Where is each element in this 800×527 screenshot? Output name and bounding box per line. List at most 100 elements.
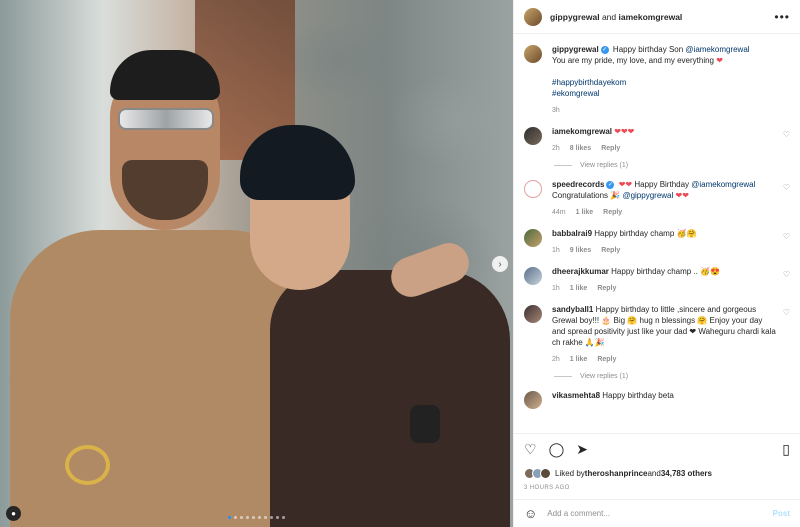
caption: gippygrewal ✓ Happy birthday Son @iamekom…: [524, 44, 790, 116]
avatar[interactable]: [524, 229, 542, 247]
comment-composer: ☺ Post: [514, 499, 800, 527]
mention-link[interactable]: @gippygrewal: [622, 191, 673, 200]
gold-bangle: [65, 445, 110, 485]
verified-badge-icon: ✓: [600, 45, 609, 54]
bookmark-icon[interactable]: ▯: [782, 441, 790, 458]
boy-in-turban: [240, 120, 513, 527]
reply-button[interactable]: Reply: [597, 354, 616, 365]
comment-text: Happy birthday champ .. 🥳😍: [611, 267, 721, 276]
reply-button[interactable]: Reply: [603, 207, 622, 218]
hashtag-link[interactable]: #happybirthdayekom: [552, 78, 626, 87]
liker-username[interactable]: theroshanprince: [585, 469, 648, 478]
comment-meta: 2h 1 like Reply: [552, 354, 777, 365]
like-comment-icon[interactable]: ♡: [783, 308, 790, 365]
comment-username[interactable]: babbalrai9: [552, 229, 592, 238]
timestamp: 2h: [552, 356, 560, 363]
carousel-dot: [276, 516, 279, 519]
avatar[interactable]: [524, 45, 542, 63]
coauthor-username[interactable]: iamekomgrewal: [619, 12, 683, 22]
view-replies-button[interactable]: View replies (1): [554, 162, 790, 169]
post-photo: › ●: [0, 0, 513, 527]
post-time[interactable]: 3 HOURS AGO: [514, 481, 800, 499]
likes-count[interactable]: 1 like: [576, 207, 594, 218]
likes-count[interactable]: 1 like: [570, 283, 588, 294]
comment-meta: 2h 8 likes Reply: [552, 143, 777, 154]
chevron-right-icon[interactable]: ›: [492, 256, 508, 272]
timestamp: 3h: [552, 107, 560, 114]
comment-meta: 44m 1 like Reply: [552, 207, 777, 218]
verified-badge-icon: ✓: [606, 180, 615, 189]
avatar[interactable]: [524, 127, 542, 145]
likes-count[interactable]: 1 like: [570, 354, 588, 365]
avatar[interactable]: [524, 391, 542, 409]
comment-username[interactable]: dheerajkkumar: [552, 267, 609, 276]
carousel-dot: [228, 516, 231, 519]
caption-line: You are my pride, my love, and my everyt…: [552, 56, 715, 65]
comment-username[interactable]: iamekomgrewal: [552, 127, 612, 136]
reply-button[interactable]: Reply: [597, 283, 616, 294]
reply-button[interactable]: Reply: [601, 245, 620, 256]
post-button[interactable]: Post: [773, 509, 790, 518]
like-comment-icon[interactable]: ♡: [783, 130, 790, 154]
view-replies-button[interactable]: View replies (1): [554, 373, 790, 380]
likes-count[interactable]: 8 likes: [570, 143, 591, 154]
like-comment-icon[interactable]: ♡: [783, 232, 790, 256]
comment-text: Congratulations: [552, 191, 611, 200]
carousel-dots: [228, 516, 285, 519]
person-tag-icon[interactable]: ●: [6, 506, 21, 521]
likes-count[interactable]: 9 likes: [570, 245, 591, 256]
more-options-icon[interactable]: •••: [774, 10, 790, 24]
comment-username[interactable]: speedrecords: [552, 180, 604, 189]
post-actions: ♡ ◯ ➤ ▯: [514, 433, 800, 465]
comment-username[interactable]: sandyball1: [552, 305, 593, 314]
comment-username[interactable]: vikasmehta8: [552, 391, 600, 400]
comment-text: Happy birthday champ 🥳🤗: [594, 229, 697, 238]
avatar[interactable]: [524, 267, 542, 285]
avatar[interactable]: [524, 305, 542, 323]
comment-item: sandyball1 Happy birthday to little ,sin…: [524, 304, 790, 365]
carousel-dot: [240, 516, 243, 519]
timestamp: 2h: [552, 145, 560, 152]
comments-feed[interactable]: gippygrewal ✓ Happy birthday Son @iamekom…: [514, 34, 800, 433]
liker-avatars[interactable]: [524, 467, 551, 479]
timestamp: 1h: [552, 285, 560, 292]
view-replies-label: View replies (1): [580, 373, 629, 380]
comment-item: vikasmehta8 Happy birthday beta: [524, 390, 790, 409]
avatar[interactable]: [524, 7, 542, 26]
post-sidebar: gippygrewal and iamekomgrewal ••• gippyg…: [513, 0, 800, 527]
carousel-dot: [246, 516, 249, 519]
comment-text: Happy Birthday: [634, 180, 692, 189]
comment-text: Happy birthday beta: [602, 391, 674, 400]
heart-emoji: ❤❤❤: [614, 127, 635, 136]
comment-item: babbalrai9 Happy birthday champ 🥳🤗 1h 9 …: [524, 228, 790, 256]
like-comment-icon[interactable]: ♡: [783, 270, 790, 294]
comment-icon[interactable]: ◯: [549, 441, 565, 458]
caption-meta: 3h: [552, 105, 790, 116]
comment-meta: 1h 9 likes Reply: [552, 245, 777, 256]
like-comment-icon[interactable]: ♡: [783, 183, 790, 218]
mention-link[interactable]: @iamekomgrewal: [685, 45, 749, 54]
likes-others[interactable]: 34,783 others: [661, 469, 712, 478]
post-viewer: › ● gippygrewal and iamekomgrewal ••• gi…: [0, 0, 800, 527]
likes-prefix: Liked by: [555, 468, 585, 478]
likes-conjunction: and: [647, 468, 661, 478]
caption-username[interactable]: gippygrewal: [552, 45, 599, 54]
hashtag-link[interactable]: #ekomgrewal: [552, 89, 600, 98]
likes-summary: Liked by theroshanprince and 34,783 othe…: [514, 465, 800, 481]
reply-button[interactable]: Reply: [601, 143, 620, 154]
comment-item: speedrecords ✓ ❤❤ Happy Birthday @iamekom…: [524, 179, 790, 218]
emoji-icon[interactable]: ☺: [524, 506, 537, 521]
post-authors: gippygrewal and iamekomgrewal: [550, 12, 774, 22]
timestamp: 44m: [552, 209, 566, 216]
comment-input[interactable]: [547, 509, 773, 518]
heart-icon[interactable]: ♡: [524, 441, 537, 458]
mention-link[interactable]: @iamekomgrewal: [691, 180, 755, 189]
carousel-dot: [234, 516, 237, 519]
smartwatch: [410, 405, 440, 443]
author-username[interactable]: gippygrewal: [550, 12, 600, 22]
share-icon[interactable]: ➤: [576, 441, 588, 458]
heart-emoji: ❤❤: [675, 191, 689, 200]
avatar[interactable]: [524, 180, 542, 198]
timestamp: 1h: [552, 247, 560, 254]
view-replies-label: View replies (1): [580, 162, 629, 169]
